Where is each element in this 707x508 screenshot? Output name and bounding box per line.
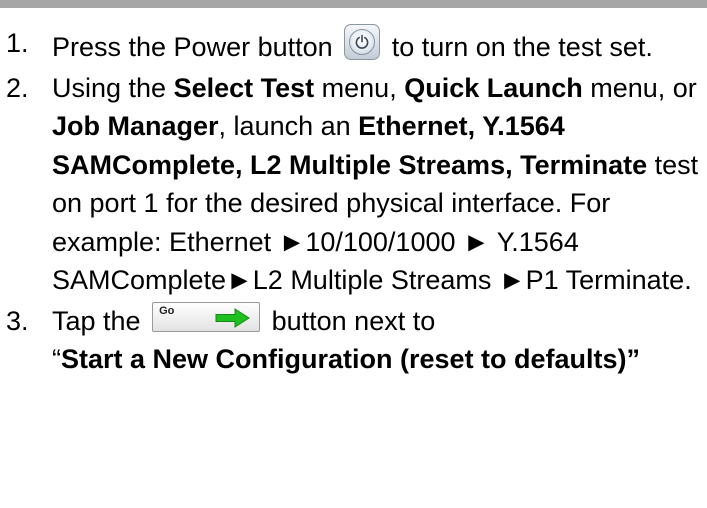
menu-name-select-test: Select Test [173,72,315,103]
step-text-segment: , launch an [218,111,359,141]
quote-open: “ [52,344,61,374]
configuration-option-name: Start a New Configuration (reset to defa… [61,344,641,374]
step-text: Using the Select Test menu, Quick Launch… [52,69,702,300]
step-number: 3. [6,305,29,336]
step-number: 1. [6,28,29,58]
list-item-step-3: 3. Tap the Go button next to “Start a New… [0,301,707,379]
go-button: Go [152,301,261,332]
green-arrow-icon [215,307,251,328]
step-text-before: Press the Power button [52,32,333,62]
step-text-after: button next to [271,305,436,336]
top-divider-bar [0,0,707,8]
step-text: Tap the Go button next to “Start a New Co… [52,301,702,379]
instruction-list: 1. Press the Power button to turn on the… [0,24,707,381]
step-text-segment: Using the [52,72,174,103]
go-button-label: Go [159,304,175,317]
menu-name-quick-launch: Quick Launch [404,72,583,103]
step-text-before: Tap the [52,305,141,336]
list-item-step-1: 1. Press the Power button to turn on the… [0,24,707,67]
step-text-after: to turn on the test set. [391,32,653,62]
step-text-segment: menu, or [582,72,697,103]
step-text: Press the Power button to turn on the te… [52,24,702,67]
menu-name-job-manager: Job Manager [52,111,219,141]
step-text-segment: menu, [314,72,405,103]
power-button [344,24,381,60]
list-item-step-2: 2. Using the Select Test menu, Quick Lau… [0,69,707,300]
step-number: 2. [6,72,29,103]
power-icon [355,34,369,49]
